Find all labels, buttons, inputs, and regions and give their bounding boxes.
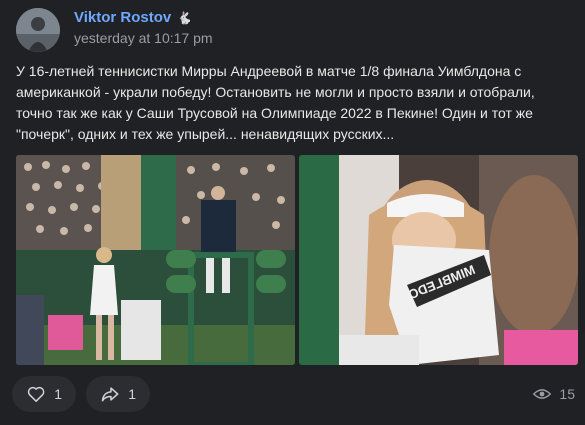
author-name[interactable]: Viktor Rostov bbox=[74, 9, 171, 26]
like-button[interactable]: 1 bbox=[12, 376, 76, 412]
avatar-image bbox=[16, 8, 60, 52]
author-badge-icon: 🐇 bbox=[177, 10, 193, 25]
like-count: 1 bbox=[54, 386, 62, 402]
eye-icon bbox=[533, 389, 552, 399]
post-photo-player-towel[interactable]: MIMBLEDON bbox=[299, 155, 578, 365]
author-avatar[interactable] bbox=[16, 8, 60, 52]
post-photo-umpire[interactable] bbox=[16, 155, 295, 365]
views-count: 15 bbox=[559, 386, 575, 402]
post-timestamp[interactable]: yesterday at 10:17 pm bbox=[74, 30, 213, 46]
views-counter: 15 bbox=[533, 386, 575, 402]
heart-icon bbox=[27, 386, 45, 402]
share-arrow-icon bbox=[101, 387, 119, 402]
photo-player-crying: MIMBLEDON bbox=[299, 155, 578, 365]
post-text: У 16-летней теннисистки Мирры Андреевой … bbox=[16, 63, 535, 142]
share-count: 1 bbox=[128, 386, 136, 402]
share-button[interactable]: 1 bbox=[86, 376, 150, 412]
photo-tennis-court bbox=[16, 155, 295, 365]
author-name-link[interactable]: Viktor Rostov 🐇 bbox=[74, 9, 192, 26]
